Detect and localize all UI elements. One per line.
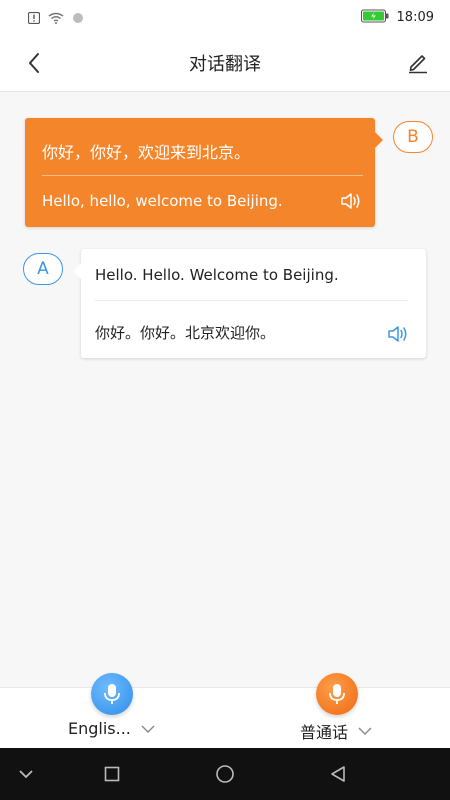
message-translated-text: Hello, hello, welcome to Beijing. bbox=[42, 192, 283, 210]
nav-collapse-button[interactable] bbox=[13, 762, 39, 786]
language-select-left[interactable]: Englis... bbox=[68, 719, 155, 738]
play-audio-button[interactable] bbox=[339, 190, 363, 212]
status-bar: 18:09 bbox=[0, 0, 450, 32]
speaker-icon bbox=[341, 193, 360, 209]
speaker-icon bbox=[388, 326, 407, 342]
microphone-icon bbox=[329, 684, 345, 704]
language-select-right[interactable]: 普通话 bbox=[300, 719, 372, 743]
play-audio-button[interactable] bbox=[386, 323, 410, 345]
page-title: 对话翻译 bbox=[189, 54, 261, 75]
speaker-avatar-b: B bbox=[393, 121, 433, 153]
conversation-area[interactable]: 你好，你好，欢迎来到北京。 Hello, hello, welcome to B… bbox=[0, 93, 450, 687]
chevron-down-icon bbox=[141, 725, 155, 733]
message-divider bbox=[42, 175, 363, 176]
edit-button[interactable] bbox=[404, 49, 432, 77]
title-bar: 对话翻译 bbox=[0, 32, 450, 92]
mic-button-left[interactable] bbox=[91, 673, 133, 715]
dot-icon bbox=[72, 9, 84, 28]
microphone-icon bbox=[104, 684, 120, 704]
message-source-text: Hello. Hello. Welcome to Beijing. bbox=[95, 266, 339, 284]
battery-icon bbox=[360, 8, 389, 27]
message-source-text: 你好，你好，欢迎来到北京。 bbox=[42, 143, 251, 162]
nav-recents-button[interactable] bbox=[99, 762, 125, 786]
triangle-back-icon bbox=[331, 766, 345, 782]
mic-button-right[interactable] bbox=[316, 673, 358, 715]
message-divider bbox=[95, 300, 408, 301]
chevron-down-icon bbox=[358, 727, 372, 735]
message-bubble-a[interactable]: Hello. Hello. Welcome to Beijing. 你好。你好。… bbox=[73, 249, 426, 358]
language-label-right: 普通话 bbox=[300, 723, 349, 742]
language-bar: Englis... 普通话 bbox=[0, 673, 450, 748]
speaker-avatar-a: A bbox=[23, 253, 63, 285]
wifi-icon bbox=[48, 9, 64, 28]
language-label-left: Englis... bbox=[68, 719, 131, 738]
system-nav-bar bbox=[0, 748, 450, 800]
nav-home-button[interactable] bbox=[212, 762, 238, 786]
status-time: 18:09 bbox=[396, 10, 434, 25]
chevron-down-icon bbox=[19, 770, 33, 779]
circle-icon bbox=[216, 765, 234, 783]
edit-pen-icon bbox=[409, 55, 427, 74]
message-translated-text: 你好。你好。北京欢迎你。 bbox=[95, 324, 276, 342]
message-bubble-b[interactable]: 你好，你好，欢迎来到北京。 Hello, hello, welcome to B… bbox=[25, 118, 383, 227]
square-icon bbox=[104, 766, 120, 782]
alert-icon bbox=[27, 9, 41, 28]
nav-back-button[interactable] bbox=[325, 762, 351, 786]
